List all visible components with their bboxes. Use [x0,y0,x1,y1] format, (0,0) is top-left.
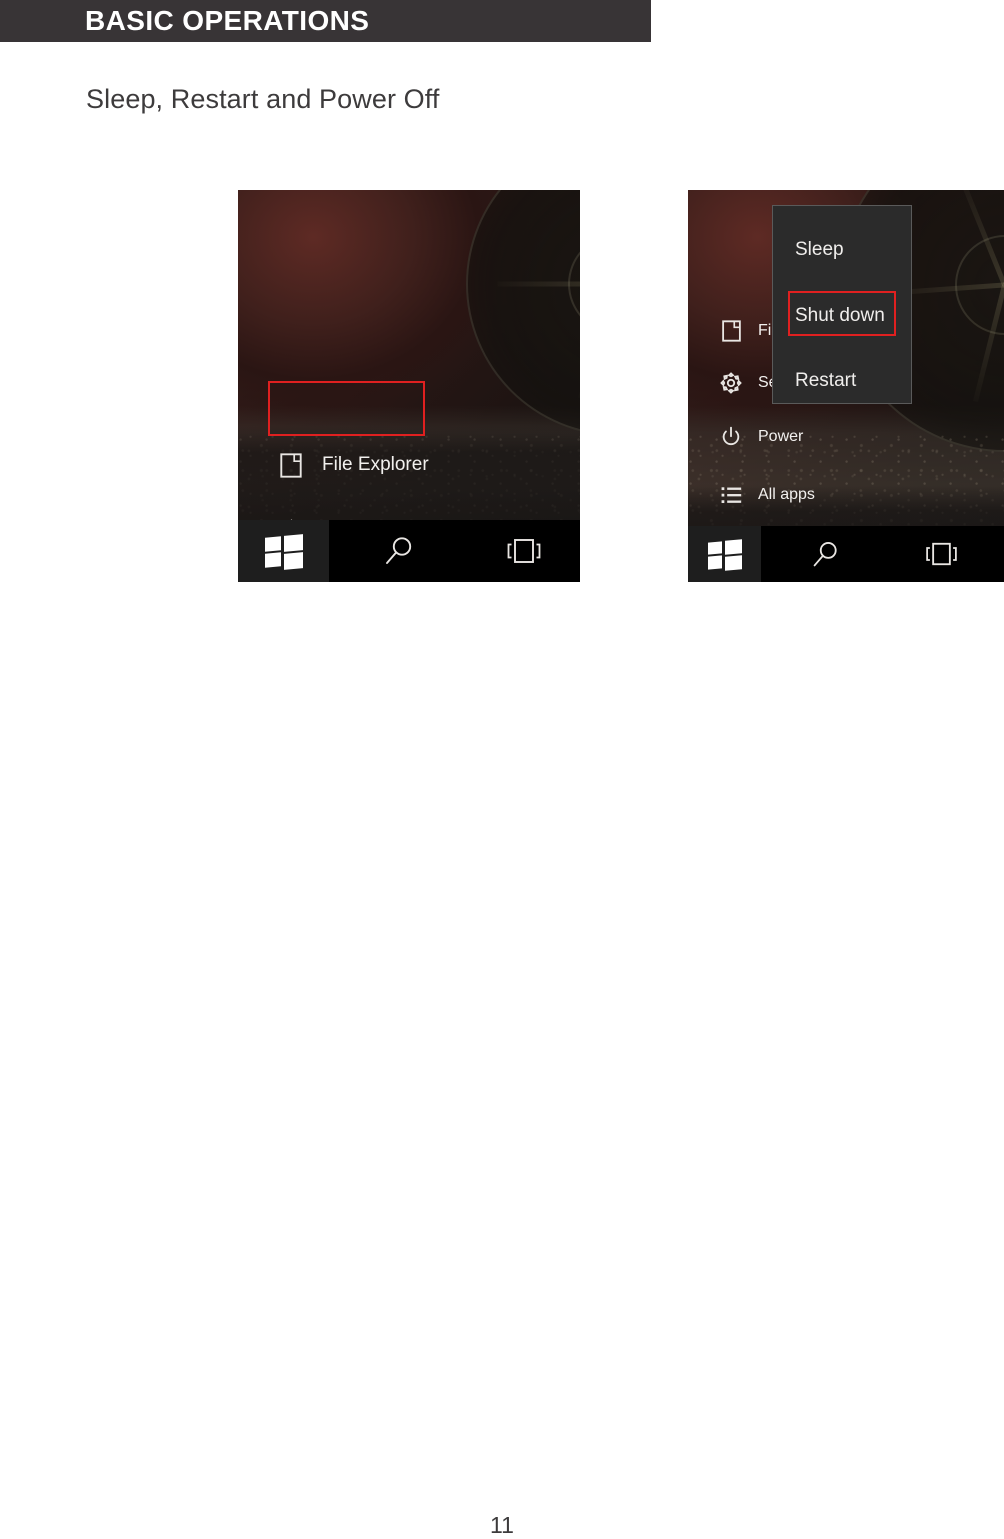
search-icon [386,537,412,564]
wallpaper-wheel-rim [466,190,580,436]
file-explorer-icon [276,451,306,479]
start-menu-item-label: Power [758,428,804,445]
task-view-icon [507,539,541,563]
windows-logo-icon [264,533,303,570]
start-menu-item-file-explorer[interactable]: Fil [718,318,775,344]
task-view-icon [926,542,957,566]
page-number: 11 [490,1512,514,1538]
start-button[interactable] [688,526,761,582]
section-heading: Sleep, Restart and Power Off [86,84,440,114]
windows-logo-icon [707,538,742,571]
search-icon [813,541,837,566]
task-view-button[interactable] [469,520,579,582]
page-header-title: BASIC OPERATIONS [85,5,370,36]
file-explorer-icon [718,319,744,343]
power-icon [718,425,744,449]
taskbar [238,520,580,582]
task-view-button[interactable] [889,526,994,582]
start-menu-item-power[interactable]: Power [718,424,803,450]
start-menu-item-label: File Explorer [322,454,429,475]
wallpaper-wheel-hub [568,234,580,334]
power-submenu-item-shut-down[interactable]: Shut down [795,304,885,328]
wallpaper-wheel-hub [955,235,1004,335]
search-button[interactable] [761,526,889,582]
screenshot-figure-start-menu: File Explorer Settings [238,190,580,582]
search-button[interactable] [329,520,469,582]
taskbar [688,526,1004,582]
power-submenu-item-sleep[interactable]: Sleep [795,238,844,262]
start-menu-item-settings[interactable]: Se [718,370,778,396]
screenshot-figure-power-submenu: Fil Se Power All apps Sleep Shut down Re… [688,190,1004,582]
start-menu-item-file-explorer[interactable]: File Explorer [276,450,429,480]
start-menu-item-all-apps[interactable]: All apps [718,482,815,508]
all-apps-list-icon [718,483,744,507]
power-submenu-item-restart[interactable]: Restart [795,369,856,393]
start-button[interactable] [238,520,329,582]
power-submenu-flyout: Sleep Shut down Restart [772,205,912,404]
gear-icon [718,371,744,395]
start-menu-item-label: All apps [758,486,815,503]
